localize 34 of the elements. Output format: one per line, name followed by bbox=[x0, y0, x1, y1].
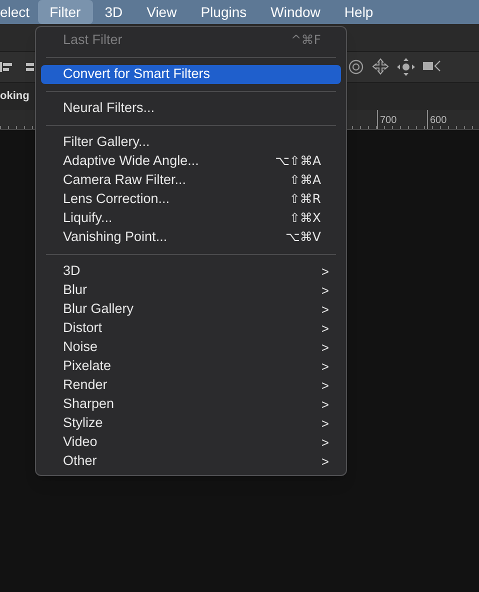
submenu-item[interactable]: Blur Gallery > bbox=[41, 300, 341, 319]
menu-item[interactable]: Filter Gallery... bbox=[41, 133, 341, 152]
menu-bar-item[interactable]: 3D bbox=[92, 0, 135, 24]
menu-bar-item[interactable]: elect bbox=[0, 0, 38, 24]
move-icon[interactable] bbox=[372, 58, 389, 75]
submenu-item[interactable]: Distort > bbox=[41, 319, 341, 338]
submenu-item[interactable]: 3D > bbox=[41, 262, 341, 281]
menu-item[interactable]: Lens Correction... ⇧⌘R bbox=[41, 190, 341, 209]
align-icon[interactable] bbox=[26, 60, 34, 74]
orbit-icon[interactable] bbox=[348, 59, 364, 75]
menu-bar-item[interactable]: Help bbox=[332, 0, 386, 24]
menu-item[interactable]: Liquify... ⇧⌘X bbox=[41, 209, 341, 228]
pan-icon[interactable] bbox=[397, 58, 415, 76]
submenu-item[interactable]: Noise > bbox=[41, 338, 341, 357]
submenu-item[interactable]: Blur > bbox=[41, 281, 341, 300]
submenu-item[interactable]: Stylize > bbox=[41, 414, 341, 433]
menu-item[interactable]: Vanishing Point... ⌥⌘V bbox=[41, 228, 341, 247]
submenu-item[interactable]: Render > bbox=[41, 376, 341, 395]
menu-bar-item[interactable]: Plugins bbox=[188, 0, 259, 24]
submenu-item[interactable]: Video > bbox=[41, 433, 341, 452]
ruler-label: 600 bbox=[430, 114, 447, 128]
ruler-label: 700 bbox=[380, 114, 397, 128]
document-tab[interactable]: oking bbox=[0, 88, 30, 105]
align-icon[interactable] bbox=[0, 60, 14, 74]
submenu-item[interactable]: Other > bbox=[41, 452, 341, 471]
menu-item[interactable]: Adaptive Wide Angle... ⌥⇧⌘A bbox=[41, 152, 341, 171]
menu-item[interactable]: Neural Filters... bbox=[41, 99, 341, 118]
menu-bar-item[interactable]: Window bbox=[258, 0, 332, 24]
submenu-item[interactable]: Sharpen > bbox=[41, 395, 341, 414]
menu-item[interactable]: Convert for Smart Filters bbox=[41, 65, 341, 84]
menu-item[interactable]: Camera Raw Filter... ⇧⌘A bbox=[41, 171, 341, 190]
video-camera-icon[interactable] bbox=[423, 60, 441, 72]
submenu-item[interactable]: Pixelate > bbox=[41, 357, 341, 376]
menu-bar-item[interactable]: View bbox=[134, 0, 189, 24]
